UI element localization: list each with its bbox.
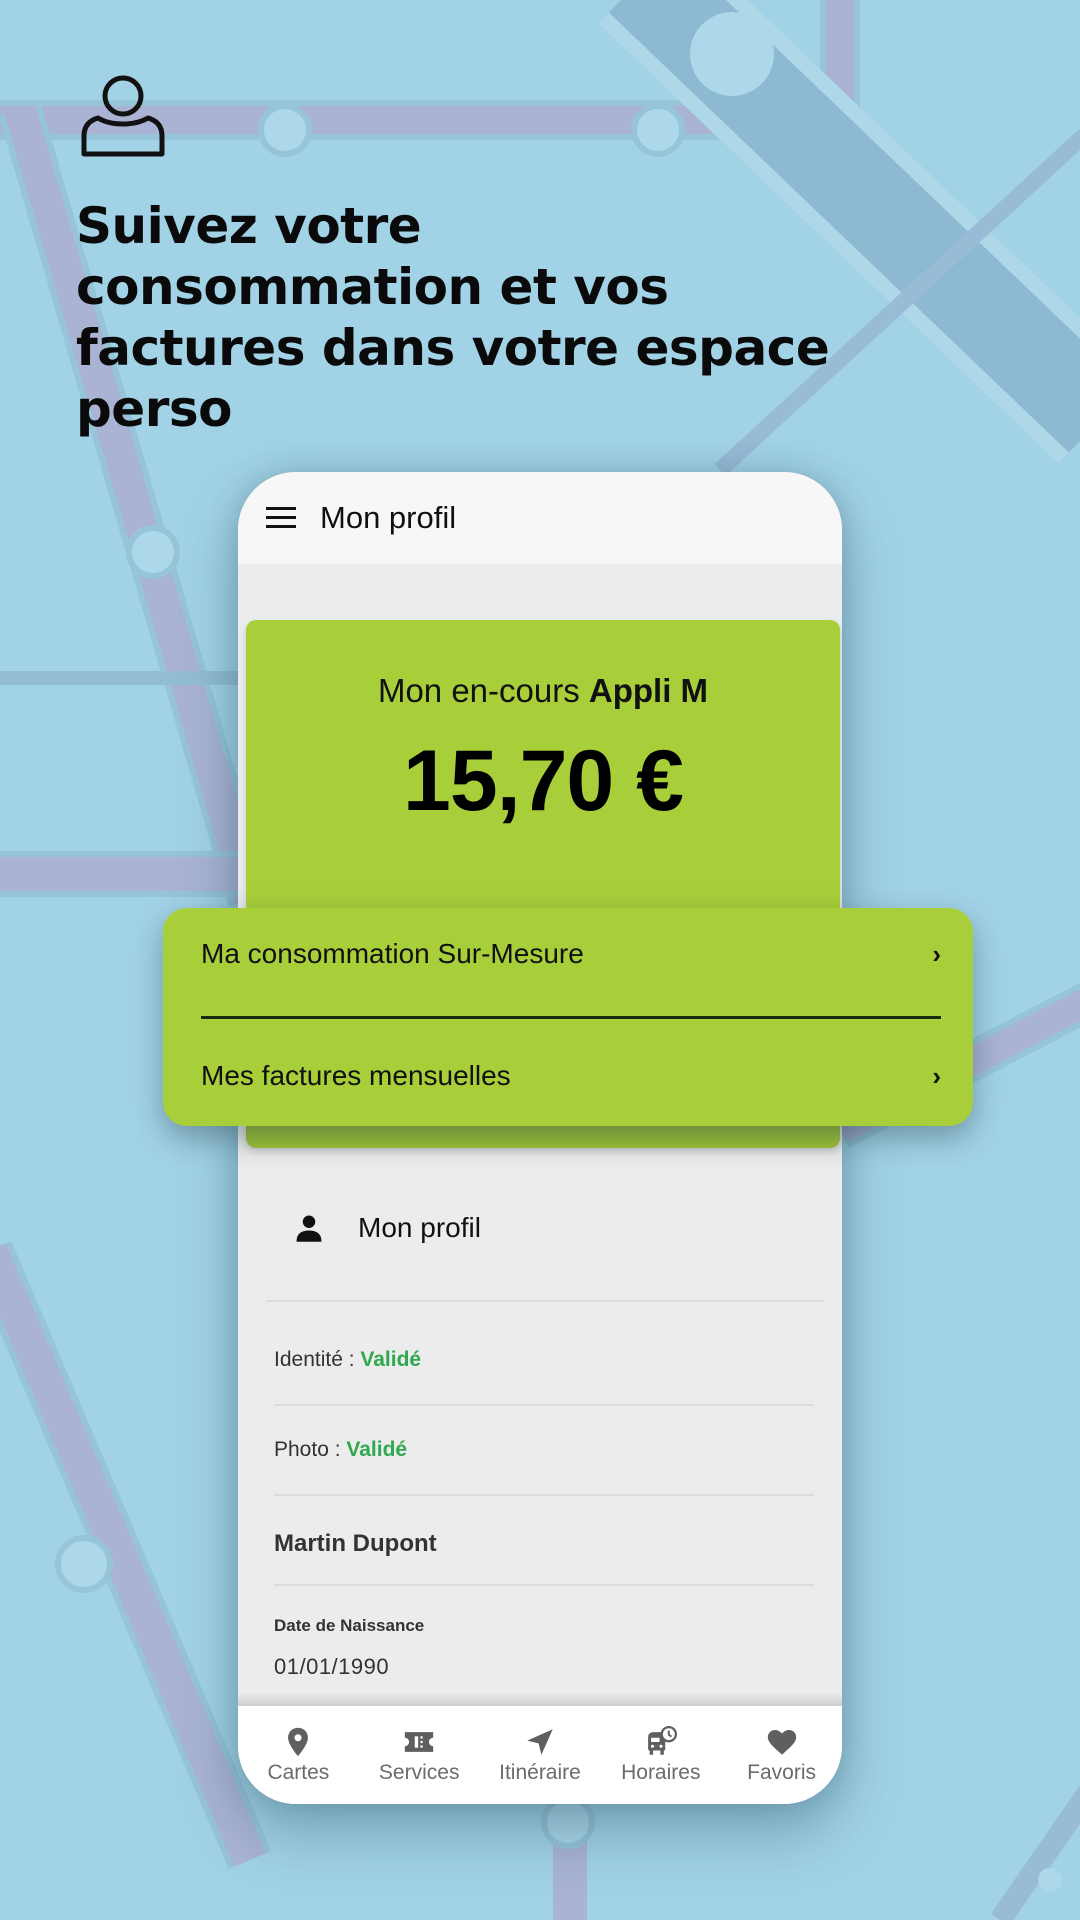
photo-status: Validé	[346, 1438, 408, 1461]
popup-divider	[201, 1016, 941, 1019]
heart-icon	[767, 1729, 796, 1755]
nav-item-favoris[interactable]: Favoris	[725, 1725, 839, 1785]
divider	[274, 1494, 814, 1496]
popup-item-consommation[interactable]: Ma consommation Sur-Mesure ›	[201, 938, 941, 970]
bus-clock-icon	[648, 1725, 677, 1755]
page-title: Mon profil	[320, 500, 457, 535]
chevron-right-icon: ›	[932, 1060, 941, 1091]
divider	[274, 1584, 814, 1586]
popup-item-factures[interactable]: Mes factures mensuelles ›	[201, 1060, 941, 1092]
app-topbar: Mon profil	[238, 472, 842, 564]
dob-value: 01/01/1990	[274, 1654, 390, 1679]
nav-label: Horaires	[621, 1761, 701, 1784]
balance-heading-brand: Appli M	[588, 672, 709, 709]
navigation-arrow-icon	[527, 1729, 553, 1755]
balance-heading: Mon en-cours Appli M	[246, 672, 840, 710]
divider	[274, 1404, 814, 1406]
divider	[266, 1300, 824, 1302]
metro-station	[690, 12, 774, 96]
person-icon	[296, 1215, 322, 1242]
popup-item-label: Mes factures mensuelles	[201, 1060, 511, 1091]
metro-station	[541, 1795, 595, 1849]
nav-item-services[interactable]: Services	[362, 1725, 476, 1785]
nav-item-itineraire[interactable]: Itinéraire	[483, 1725, 597, 1785]
identity-row: Identité : Validé	[274, 1348, 421, 1372]
balance-heading-prefix: Mon en-cours	[377, 672, 580, 709]
hamburger-menu-icon[interactable]	[266, 507, 296, 529]
nav-label: Cartes	[267, 1761, 330, 1784]
profile-title: Mon profil	[358, 1212, 481, 1243]
nav-label: Services	[378, 1761, 460, 1784]
balance-amount: 15,70 €	[403, 733, 684, 829]
popup-item-label: Ma consommation Sur-Mesure	[201, 938, 584, 969]
metro-station	[1038, 1868, 1062, 1892]
metro-station	[631, 103, 685, 157]
identity-status: Validé	[360, 1348, 422, 1371]
chevron-right-icon: ›	[932, 938, 941, 969]
ticket-icon	[405, 1732, 434, 1752]
phone-mockup: Mon profil Mon en-cours Appli M 15,70 € …	[238, 472, 842, 1804]
nav-label: Itinéraire	[499, 1761, 581, 1784]
metro-station	[258, 103, 312, 157]
bottom-navigation: Cartes Services Itinéraire Horaires Favo…	[238, 1706, 842, 1804]
identity-label: Identité :	[274, 1348, 355, 1371]
nav-item-horaires[interactable]: Horaires	[604, 1725, 718, 1785]
hero-title: Suivez votre consommation et vos facture…	[76, 197, 830, 438]
user-name: Martin Dupont	[274, 1530, 437, 1557]
nav-label: Favoris	[747, 1761, 816, 1784]
profile-header[interactable]: Mon profil	[294, 1212, 481, 1244]
nav-item-cartes[interactable]: Cartes	[241, 1725, 355, 1785]
photo-label: Photo :	[274, 1438, 341, 1461]
map-pin-icon	[288, 1727, 309, 1757]
user-outline-icon	[81, 75, 165, 157]
metro-station	[126, 525, 180, 579]
dob-label: Date de Naissance	[274, 1616, 425, 1635]
metro-station	[55, 1535, 113, 1593]
photo-row: Photo : Validé	[274, 1438, 407, 1462]
billing-popup-card: Ma consommation Sur-Mesure › Mes facture…	[163, 908, 973, 1126]
